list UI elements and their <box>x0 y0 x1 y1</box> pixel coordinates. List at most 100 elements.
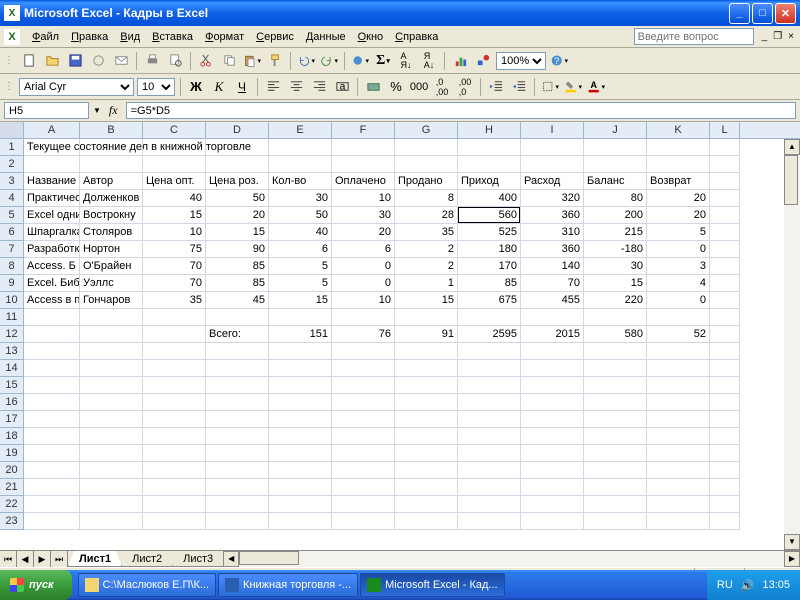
row-header[interactable]: 18 <box>0 428 24 445</box>
row-header[interactable]: 19 <box>0 445 24 462</box>
cell[interactable] <box>395 462 458 479</box>
cell[interactable]: 85 <box>206 258 269 275</box>
currency-icon[interactable] <box>363 77 383 97</box>
cell[interactable] <box>206 496 269 513</box>
cell[interactable]: 4 <box>647 275 710 292</box>
cell[interactable] <box>206 394 269 411</box>
font-color-icon[interactable]: A <box>586 77 606 97</box>
sheet-tab[interactable]: Лист1 <box>68 551 122 567</box>
sheet-tab[interactable]: Лист2 <box>121 551 173 567</box>
cell[interactable] <box>521 479 584 496</box>
cell[interactable] <box>710 360 740 377</box>
cell[interactable]: Всего: <box>206 326 269 343</box>
cell[interactable] <box>206 139 269 156</box>
cell[interactable] <box>24 377 80 394</box>
cell[interactable] <box>80 428 143 445</box>
cell[interactable] <box>647 496 710 513</box>
cell[interactable]: 140 <box>521 258 584 275</box>
cell[interactable] <box>458 156 521 173</box>
cell[interactable] <box>332 513 395 530</box>
cell[interactable]: Приход <box>458 173 521 190</box>
cell[interactable] <box>584 445 647 462</box>
start-button[interactable]: пуск <box>0 570 72 600</box>
cell[interactable] <box>206 156 269 173</box>
cell[interactable] <box>584 496 647 513</box>
col-header-E[interactable]: E <box>269 122 332 138</box>
cell[interactable] <box>269 156 332 173</box>
cell[interactable] <box>80 496 143 513</box>
cell[interactable] <box>24 462 80 479</box>
increase-indent-icon[interactable] <box>509 77 529 97</box>
cell[interactable]: Цена опт. <box>143 173 206 190</box>
cell[interactable] <box>710 275 740 292</box>
cell[interactable] <box>647 343 710 360</box>
cell[interactable]: 8 <box>395 190 458 207</box>
cell[interactable] <box>521 394 584 411</box>
italic-icon[interactable]: К <box>209 77 229 97</box>
cell[interactable] <box>269 428 332 445</box>
underline-icon[interactable]: Ч <box>232 77 252 97</box>
cell[interactable]: 70 <box>143 275 206 292</box>
cell[interactable]: Баланс <box>584 173 647 190</box>
cell[interactable]: Практичес <box>24 190 80 207</box>
cell[interactable]: 20 <box>332 224 395 241</box>
cell[interactable]: 180 <box>458 241 521 258</box>
scroll-left-button[interactable]: ◀ <box>223 551 239 567</box>
cell[interactable] <box>584 343 647 360</box>
cell[interactable] <box>143 309 206 326</box>
cell[interactable]: 151 <box>269 326 332 343</box>
cell[interactable]: Долженков <box>80 190 143 207</box>
cell[interactable] <box>710 292 740 309</box>
cell[interactable]: 20 <box>647 207 710 224</box>
cell[interactable] <box>647 411 710 428</box>
cell[interactable] <box>521 156 584 173</box>
cell[interactable] <box>458 445 521 462</box>
cell[interactable] <box>647 513 710 530</box>
cell[interactable] <box>458 411 521 428</box>
cell[interactable] <box>206 428 269 445</box>
new-icon[interactable] <box>19 51 39 71</box>
cell[interactable]: 30 <box>269 190 332 207</box>
doc-close-button[interactable]: × <box>786 31 796 42</box>
cell[interactable] <box>710 377 740 394</box>
cell[interactable] <box>80 411 143 428</box>
doc-restore-button[interactable]: ❐ <box>771 31 784 42</box>
row-header[interactable]: 16 <box>0 394 24 411</box>
bold-icon[interactable]: Ж <box>186 77 206 97</box>
cell[interactable]: 2595 <box>458 326 521 343</box>
doc-control-icon[interactable]: X <box>4 29 20 45</box>
cell[interactable] <box>24 445 80 462</box>
menu-файл[interactable]: Файл <box>26 29 65 45</box>
align-left-icon[interactable] <box>263 77 283 97</box>
cell[interactable] <box>710 139 740 156</box>
font-name-select[interactable]: Arial Cyr <box>19 78 134 96</box>
cell[interactable] <box>647 428 710 445</box>
cell[interactable] <box>80 394 143 411</box>
help-icon[interactable]: ? <box>549 51 569 71</box>
cell[interactable] <box>206 309 269 326</box>
cell[interactable]: 50 <box>206 190 269 207</box>
cell[interactable] <box>269 496 332 513</box>
cell[interactable] <box>80 360 143 377</box>
cell[interactable] <box>332 496 395 513</box>
tab-next-button[interactable]: ▶ <box>34 551 51 567</box>
cell[interactable] <box>521 428 584 445</box>
row-header[interactable]: 22 <box>0 496 24 513</box>
cell[interactable] <box>395 156 458 173</box>
cell[interactable] <box>24 411 80 428</box>
cell[interactable]: Вострокну <box>80 207 143 224</box>
cell[interactable]: 525 <box>458 224 521 241</box>
row-header[interactable]: 13 <box>0 343 24 360</box>
sort-asc-icon[interactable]: АЯ↓ <box>396 51 416 71</box>
cell[interactable]: 15 <box>269 292 332 309</box>
cell[interactable] <box>206 445 269 462</box>
cell[interactable]: Цена роз. <box>206 173 269 190</box>
cell[interactable]: Расход <box>521 173 584 190</box>
cell[interactable]: Автор <box>80 173 143 190</box>
cell[interactable] <box>269 411 332 428</box>
cell[interactable] <box>24 394 80 411</box>
cell[interactable] <box>332 360 395 377</box>
cell[interactable] <box>332 156 395 173</box>
cell[interactable] <box>458 360 521 377</box>
decrease-decimal-icon[interactable]: ,00,0 <box>455 77 475 97</box>
